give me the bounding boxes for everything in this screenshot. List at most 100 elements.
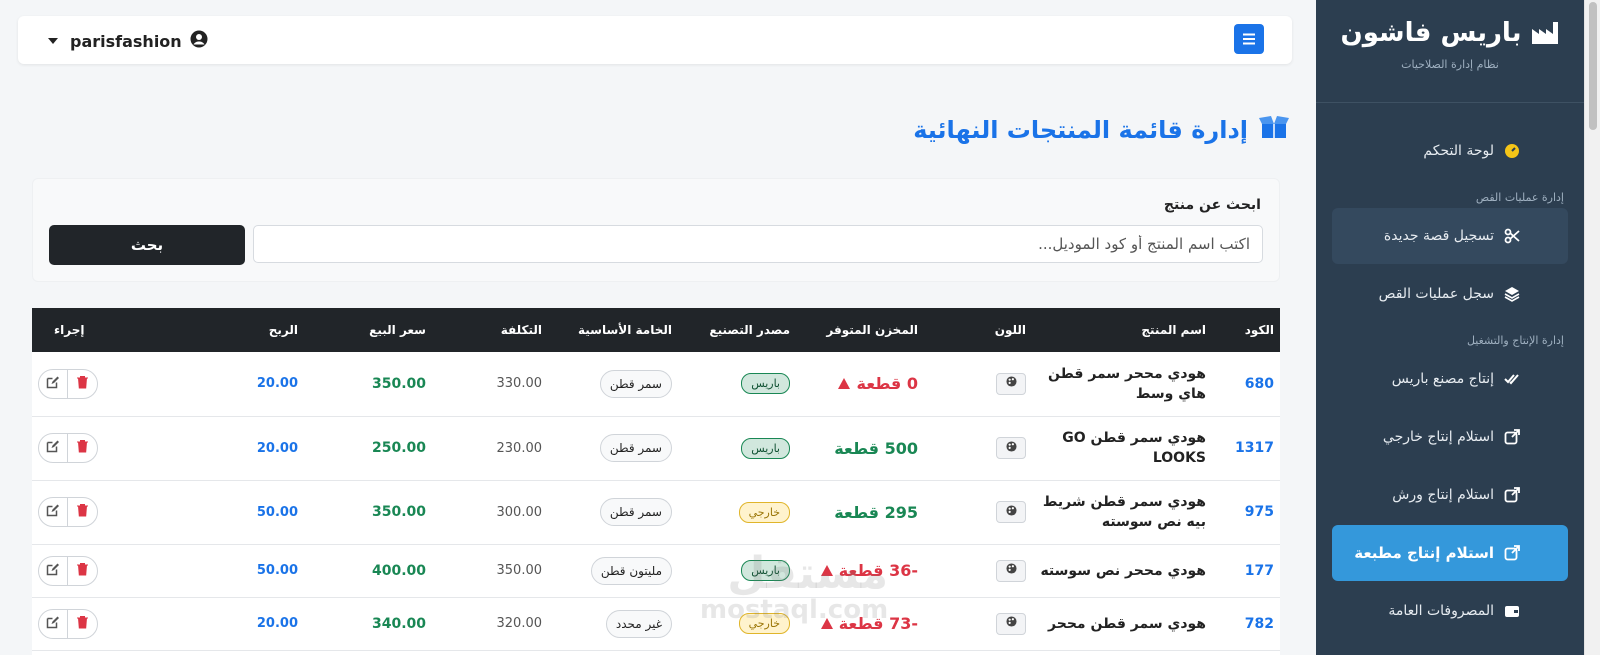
sidebar-item-new-cut[interactable]: تسجيل قصة جديدة <box>1332 208 1568 264</box>
product-name: هودي مححر نص سوسته <box>1040 562 1206 579</box>
source-badge: باريس <box>741 437 790 459</box>
header-stock[interactable]: المخزن المتوفر <box>796 308 924 352</box>
sidebar-item-external-receive[interactable]: استلام إنتاج خارجي <box>1332 409 1568 465</box>
palette-icon <box>1005 563 1017 578</box>
sidebar-item-dashboard[interactable]: لوحة التحكم <box>1332 123 1568 179</box>
product-code[interactable]: 975 <box>1245 504 1274 520</box>
header-material[interactable]: الخامة الأساسية <box>548 308 678 352</box>
color-swatch[interactable] <box>996 559 1026 582</box>
delete-button[interactable] <box>68 370 97 398</box>
product-code[interactable]: 782 <box>1245 616 1274 632</box>
product-name: هودي سمر قطن مححر <box>1048 615 1206 632</box>
products-table: الكود اسم المنتج اللون المخزن المتوفر مص… <box>32 308 1280 655</box>
color-swatch[interactable] <box>996 501 1026 523</box>
stock-value: 0 قطعة <box>838 374 918 393</box>
sidebar-toggle-button[interactable] <box>1234 24 1264 54</box>
cost-value: 300.00 <box>496 504 543 520</box>
sidebar-item-label: استلام إنتاج مطبعة <box>1354 544 1494 562</box>
scissors-icon <box>1504 228 1520 244</box>
header-profit[interactable]: الربح <box>190 308 304 352</box>
profit-value: 20.00 <box>256 616 298 631</box>
warning-icon <box>820 618 833 629</box>
header-color[interactable]: اللون <box>924 308 1032 352</box>
row-actions <box>38 368 98 399</box>
stock-text: 0 قطعة <box>856 374 918 394</box>
edit-button[interactable] <box>39 556 68 585</box>
sidebar-nav: لوحة التحكم إدارة عمليات القص تسجيل قصة … <box>1316 103 1584 639</box>
sidebar-item-cut-log[interactable]: سجل عمليات القص <box>1332 266 1568 322</box>
page-scrollbar[interactable] <box>1584 0 1600 655</box>
header-price[interactable]: سعر البيع <box>304 308 432 352</box>
sidebar-item-label: سجل عمليات القص <box>1378 286 1494 302</box>
stock-value: 295 قطعة <box>834 502 918 522</box>
edit-icon <box>46 503 60 521</box>
material-badge: سمر قطن <box>599 369 672 398</box>
search-label: ابحث عن منتج <box>1163 197 1261 213</box>
header-cost[interactable]: التكلفة <box>432 308 548 352</box>
edit-button[interactable] <box>39 609 68 638</box>
trash-icon <box>76 439 89 457</box>
sidebar-brand: باريس فاشون نظام إدارة الصلاحيات <box>1316 0 1584 103</box>
external-link-icon <box>1504 429 1520 445</box>
sidebar-item-label: استلام إنتاج خارجي <box>1382 429 1494 445</box>
username: parisfashion <box>70 31 182 51</box>
sidebar-item-label: المصروفات العامة <box>1388 603 1494 619</box>
color-swatch[interactable] <box>996 372 1026 395</box>
user-menu[interactable]: parisfashion <box>48 30 208 52</box>
profit-value: 20.00 <box>256 440 298 456</box>
sidebar-item-paris-factory[interactable]: إنتاج مصنع باريس <box>1332 351 1568 407</box>
hamburger-icon <box>1243 30 1255 49</box>
color-swatch[interactable] <box>996 437 1026 459</box>
double-check-icon <box>1504 371 1520 387</box>
search-button[interactable]: بحث <box>49 225 245 265</box>
sidebar-item-workshop-receive[interactable]: استلام إنتاج ورش <box>1332 467 1568 523</box>
material-badge: غير محدد <box>605 609 672 638</box>
delete-button[interactable] <box>68 498 97 526</box>
table-row: 1317 هودي سمر قطن GO LOOKS 500 قطعة باري… <box>32 416 1280 481</box>
stock-text: -36 قطعة <box>838 561 918 580</box>
sidebar-item-expenses[interactable]: المصروفات العامة <box>1332 583 1568 639</box>
edit-icon <box>46 439 60 457</box>
sidebar-item-printed-receive[interactable]: استلام إنتاج مطبعة <box>1332 525 1568 581</box>
header-name[interactable]: اسم المنتج <box>1032 308 1212 352</box>
delete-button[interactable] <box>68 610 97 638</box>
delete-button[interactable] <box>68 434 97 462</box>
warning-icon <box>820 565 833 576</box>
search-input[interactable] <box>253 225 1263 263</box>
sidebar-item-label: إنتاج مصنع باريس <box>1391 371 1494 387</box>
stock-text: -73 قطعة <box>838 614 918 633</box>
row-actions <box>38 608 98 639</box>
cost-value: 350.00 <box>496 563 543 578</box>
nav-section-production: إدارة الإنتاج والتشغيل <box>1466 334 1564 347</box>
color-swatch[interactable] <box>996 612 1026 635</box>
edit-button[interactable] <box>39 498 68 526</box>
scrollbar-thumb[interactable] <box>1589 2 1597 130</box>
box-open-icon <box>1258 114 1290 146</box>
source-badge: خارجي <box>738 501 790 523</box>
sidebar-item-label: استلام إنتاج ورش <box>1392 487 1494 503</box>
external-link-icon <box>1504 487 1520 503</box>
trash-icon <box>76 503 89 521</box>
header-code[interactable]: الكود <box>1212 308 1280 352</box>
caret-down-icon <box>48 38 58 44</box>
top-navbar: parisfashion <box>18 16 1292 64</box>
trash-icon <box>76 615 89 633</box>
product-code[interactable]: 177 <box>1245 563 1274 579</box>
table-row: 680 هودي مححر سمر قطن هاي وسط 0 قطعة بار… <box>32 352 1280 417</box>
brand-title: باريس فاشون <box>1340 18 1522 48</box>
sidebar-item-label: تسجيل قصة جديدة <box>1383 228 1494 244</box>
gauge-icon <box>1504 143 1520 159</box>
delete-button[interactable] <box>68 557 97 585</box>
wallet-icon <box>1504 603 1520 619</box>
product-name: هودي سمر قطن شريط بيه نص سوسته <box>1042 494 1206 530</box>
edit-button[interactable] <box>39 369 68 398</box>
header-source[interactable]: مصدر التصنيع <box>678 308 796 352</box>
row-actions <box>38 497 98 527</box>
product-code[interactable]: 680 <box>1245 376 1274 392</box>
product-code[interactable]: 1317 <box>1235 440 1274 456</box>
product-name: هودي سمر قطن GO LOOKS <box>1062 430 1206 466</box>
edit-button[interactable] <box>39 434 68 462</box>
material-badge: مليتون قطن <box>590 556 672 585</box>
table-header-row: الكود اسم المنتج اللون المخزن المتوفر مص… <box>32 308 1280 352</box>
page-title-text: إدارة قائمة المنتجات النهائية <box>913 116 1248 144</box>
